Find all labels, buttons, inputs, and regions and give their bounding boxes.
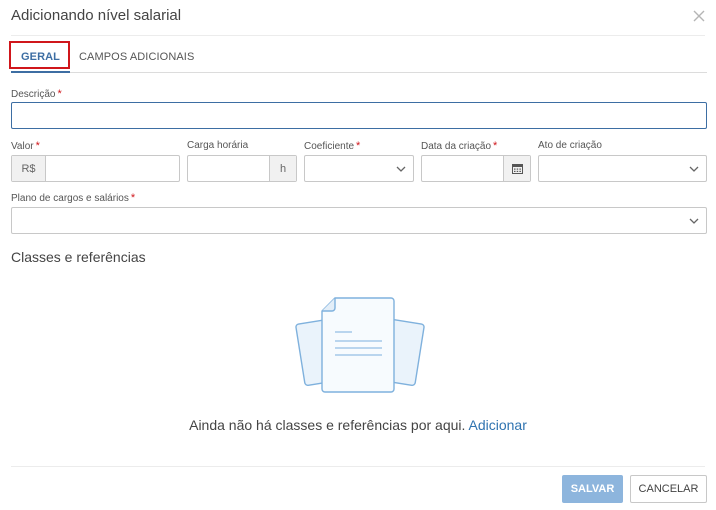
coeficiente-label: Coeficiente * [304,140,361,152]
close-icon[interactable] [692,7,706,25]
modal-dialog: Adicionando nível salarial GERAL CAMPOS … [0,0,716,510]
tab-bar: GERAL CAMPOS ADICIONAIS [9,41,707,73]
carga-label: Carga horária [187,140,249,151]
empty-documents-icon [290,296,426,398]
calendar-icon[interactable] [503,156,530,181]
coeficiente-select[interactable] [304,155,414,182]
plano-label: Plano de cargos e salários * [11,192,136,204]
chevron-down-icon [396,166,406,173]
empty-state-message: Ainda não há classes e referências por a… [0,417,716,433]
footer-divider [11,466,705,467]
valor-label: Valor * [11,140,40,152]
chevron-down-icon [689,166,699,173]
valor-input[interactable]: R$ [11,155,180,182]
save-button[interactable]: SALVAR [562,475,623,503]
descricao-label: Descrição * [11,88,62,100]
hours-suffix: h [269,156,296,181]
tab-campos-adicionais[interactable]: CAMPOS ADICIONAIS [79,43,194,72]
empty-state-text: Ainda não há classes e referências por a… [189,417,466,433]
data-criacao-input[interactable] [421,155,531,182]
header-divider [11,35,705,36]
ato-criacao-select[interactable] [538,155,707,182]
currency-prefix: R$ [12,156,46,181]
descricao-input[interactable] [11,102,707,129]
plano-cargos-select[interactable] [11,207,707,234]
data-criacao-label: Data da criação * [421,140,498,152]
carga-horaria-input[interactable]: h [187,155,297,182]
add-link[interactable]: Adicionar [469,417,527,433]
ato-criacao-label: Ato de criação [538,140,602,151]
modal-title: Adicionando nível salarial [11,7,182,24]
cancel-button[interactable]: CANCELAR [630,475,707,503]
tab-geral[interactable]: GERAL [11,43,70,73]
section-title: Classes e referências [11,249,146,265]
chevron-down-icon [689,218,699,225]
